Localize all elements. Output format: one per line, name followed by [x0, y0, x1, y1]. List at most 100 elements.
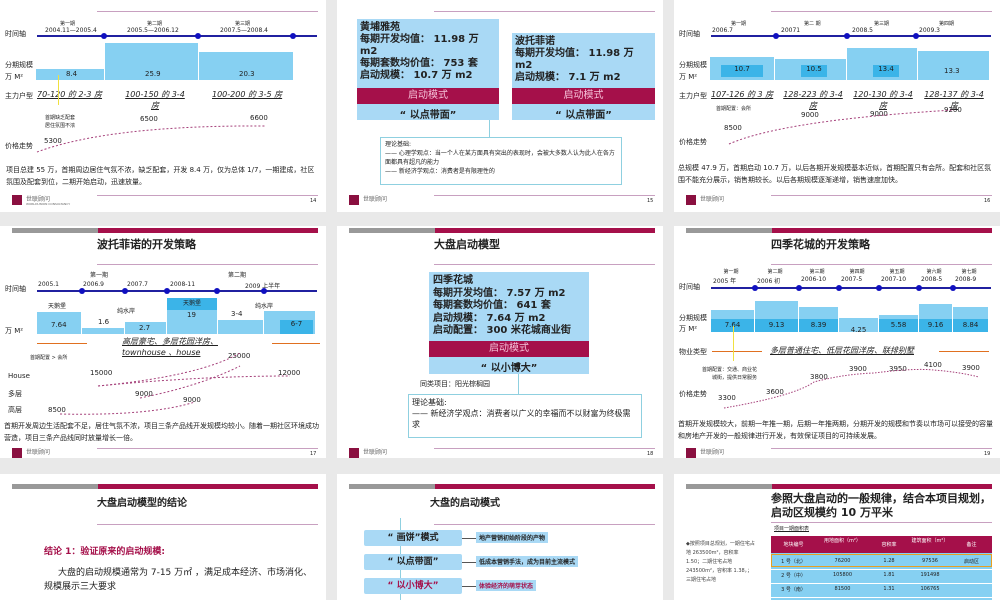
project-card: 四季花城 每期开发均值： 7.57 万 m2 每期套数均价值： 641 套启动规模：…	[429, 272, 589, 374]
similar-project: 同类项目：阳光棕榈园	[420, 380, 490, 388]
divider	[97, 524, 318, 525]
table-cell: 2 号（中）	[781, 573, 806, 579]
row-divider	[771, 583, 992, 584]
page-number: 17	[310, 451, 317, 457]
page-number: 16	[984, 198, 991, 204]
column-header: 地块编号	[783, 542, 804, 548]
card-line: 每期开发均值： 11.98 万 m2	[515, 48, 634, 71]
brand-sub: WORLDUNION CONSULTANCY	[26, 202, 71, 206]
brand-logo	[349, 448, 359, 458]
divider	[771, 522, 992, 523]
brand-logo	[686, 448, 696, 458]
mode-value: “ 以点带面”	[399, 110, 457, 121]
mode-value: “ 以小博大”	[480, 363, 538, 374]
card-line: 波托菲诺	[515, 36, 555, 47]
brand-name: 世联顾问	[700, 196, 725, 203]
divider	[434, 264, 655, 265]
connector	[462, 538, 476, 539]
card-line: 启动配置： 300 米花城商业街	[433, 325, 571, 336]
slide-title: 参照大盘启动的一般规律，结合本项目规划，启动区规模约 10 万平米	[771, 492, 991, 519]
card-line: 黄埔雅苑	[360, 22, 400, 33]
card-line: 启动规模： 10.7 万 m2	[360, 70, 473, 81]
connector	[518, 374, 519, 394]
slide-18[interactable]: 大盘启动模型 四季花城 每期开发均值： 7.57 万 m2 每期套数均价值： 641…	[337, 226, 663, 458]
slide-title: 大盘启动模型的结论	[97, 498, 187, 509]
summary-text: 总规模 47.9 万，首期启动 10.7 万，以后各期开发规模基本近似，首期配置…	[678, 164, 992, 184]
side-note: ◆按照项目总规划，一期住宅占地 263500m²，容积率 1.50；二期住宅占地…	[686, 541, 755, 583]
header-bar	[12, 484, 98, 489]
page-number: 14	[310, 198, 317, 204]
slide-17[interactable]: 波托菲诺的开发策略 第一期 第二期 时间轴 2005.1 2006.9 2007…	[0, 226, 326, 458]
mode-band: 启动模式	[357, 88, 499, 104]
card-line: 每期开发均值： 11.98 万 m2	[360, 34, 479, 57]
brand-name: 世联顾问	[26, 449, 51, 456]
card-line: 每期套数均价值： 753 套	[360, 58, 478, 69]
divider	[434, 11, 655, 12]
column-header: 建筑面积（m²）	[911, 538, 949, 544]
header-bar	[349, 228, 435, 233]
slide-21[interactable]: 大盘的启动模式 “ 画饼”模式 地产营销初始阶段的产物 “ 以点带面” 低成本营…	[337, 474, 663, 600]
connector	[489, 120, 490, 137]
slide-22[interactable]: 参照大盘启动的一般规律，结合本项目规划，启动区规模约 10 万平米 项目一期面积…	[674, 474, 1000, 600]
theory-box: 理论基础: —— 心理学观点：当一个人在某方面具有突出的表现时，会被大多数人认为此…	[380, 137, 622, 185]
theory-line: —— 新经济学观点：消费者以广义的幸福而不以财富为终极需求	[412, 409, 631, 429]
brand-name: 世联顾问	[700, 449, 725, 456]
mode-desc: 地产营销初始阶段的产物	[476, 532, 549, 543]
theory-line: 理论基础:	[412, 398, 447, 407]
header-bar	[772, 484, 992, 489]
header-bar	[98, 484, 318, 489]
theory-box: 理论基础: —— 新经济学观点：消费者以广义的幸福而不以财富为终极需求	[408, 394, 642, 438]
table-cell: 105800	[832, 572, 853, 578]
column-header: 用地面积（m²）	[824, 538, 861, 544]
table-cell: 3 号（南）	[781, 587, 806, 593]
divider	[97, 448, 318, 449]
table-cell: 1 号（北）	[781, 559, 806, 565]
project-card: 黄埔雅苑 每期开发均值： 11.98 万 m2 每期套数均价值： 753 套启动规模…	[357, 19, 499, 121]
theory-line: —— 新经济学观点：消费者是有限理性的	[385, 168, 495, 175]
slide-16[interactable]: 时间轴 第一期 2006.7 第二 期 20071 第三期 2008.5 第四期…	[674, 0, 1000, 212]
connector	[462, 562, 476, 563]
brand-logo	[12, 448, 22, 458]
brand-logo	[349, 195, 359, 205]
theory-line: 理论基础:	[385, 141, 412, 148]
summary-text: 首期开发规模较大，前期一年推一期，后期一年推两期，分期开发的规模和节奏以市场可以…	[678, 420, 993, 440]
slide-20[interactable]: 大盘启动模型的结论 结论 1：验证原来的启动规模: 大盘的启动规模通常为 7-1…	[0, 474, 326, 600]
summary-text: 首期开发周边生活配套不足，居住气氛不浓，项目三条产品线开发规模均较小。随着一期社…	[4, 422, 319, 442]
mode-item[interactable]: “ 画饼”模式	[364, 530, 462, 546]
mode-item[interactable]: “ 以点带面”	[364, 554, 462, 570]
brand-logo	[12, 195, 22, 205]
slide-title: 大盘启动模型	[434, 238, 500, 251]
mode-band: 启动模式	[512, 88, 655, 104]
row-divider	[771, 597, 992, 598]
header-bar	[435, 484, 655, 489]
mode-value: “ 以点带面”	[555, 110, 612, 121]
table-cell: 1.31	[883, 586, 895, 592]
page-number: 18	[647, 451, 654, 457]
project-card: 波托菲诺 每期开发均值： 11.98 万 m2 启动规模： 7.1 万 m2 启动模…	[512, 33, 655, 121]
slide-title: 大盘的启动模式	[430, 498, 500, 509]
table-cell: 81500	[834, 586, 851, 592]
divider	[97, 195, 318, 196]
divider	[771, 448, 992, 449]
slide-14[interactable]: 时间轴 第一期 2004.11—2005.4 第二期 2005.5—2006.1…	[0, 0, 326, 212]
slide-19[interactable]: 四季花城的开发策略 时间轴 第一期 2005 年 7.64 第二期 2006 初 9.13…	[674, 226, 1000, 458]
card-line: 四季花城	[433, 275, 473, 286]
row-divider	[771, 569, 992, 570]
area-table: 地块编号 用地面积（m²） 容积率 建筑面积（m²） 备注 1 号（北） 7620…	[771, 536, 992, 600]
slide-15[interactable]: 黄埔雅苑 每期开发均值： 11.98 万 m2 每期套数均价值： 753 套启动规模…	[337, 0, 663, 212]
card-line: 每期开发均值： 7.57 万 m2	[433, 287, 566, 299]
mode-item[interactable]: “ 以小博大”	[364, 578, 462, 594]
table-cell: 1.28	[883, 558, 895, 564]
connector	[462, 586, 476, 587]
divider	[771, 195, 992, 196]
summary-text: 项目总建 55 万，首期周边居住气氛不浓，缺乏配套，开发 8.4 万，仅为总体 …	[6, 166, 315, 186]
divider	[434, 524, 655, 525]
page-number: 19	[984, 451, 991, 457]
card-line: 每期套数均价值： 641 套	[433, 300, 551, 311]
mode-desc: 体验经济的萌芽状态	[476, 580, 537, 591]
brand-name: 世联顾问	[363, 196, 388, 203]
divider	[434, 448, 655, 449]
card-line: 启动规模： 7.64 万 m2	[433, 312, 546, 324]
header-bar	[435, 228, 655, 233]
page-number: 15	[647, 198, 654, 204]
